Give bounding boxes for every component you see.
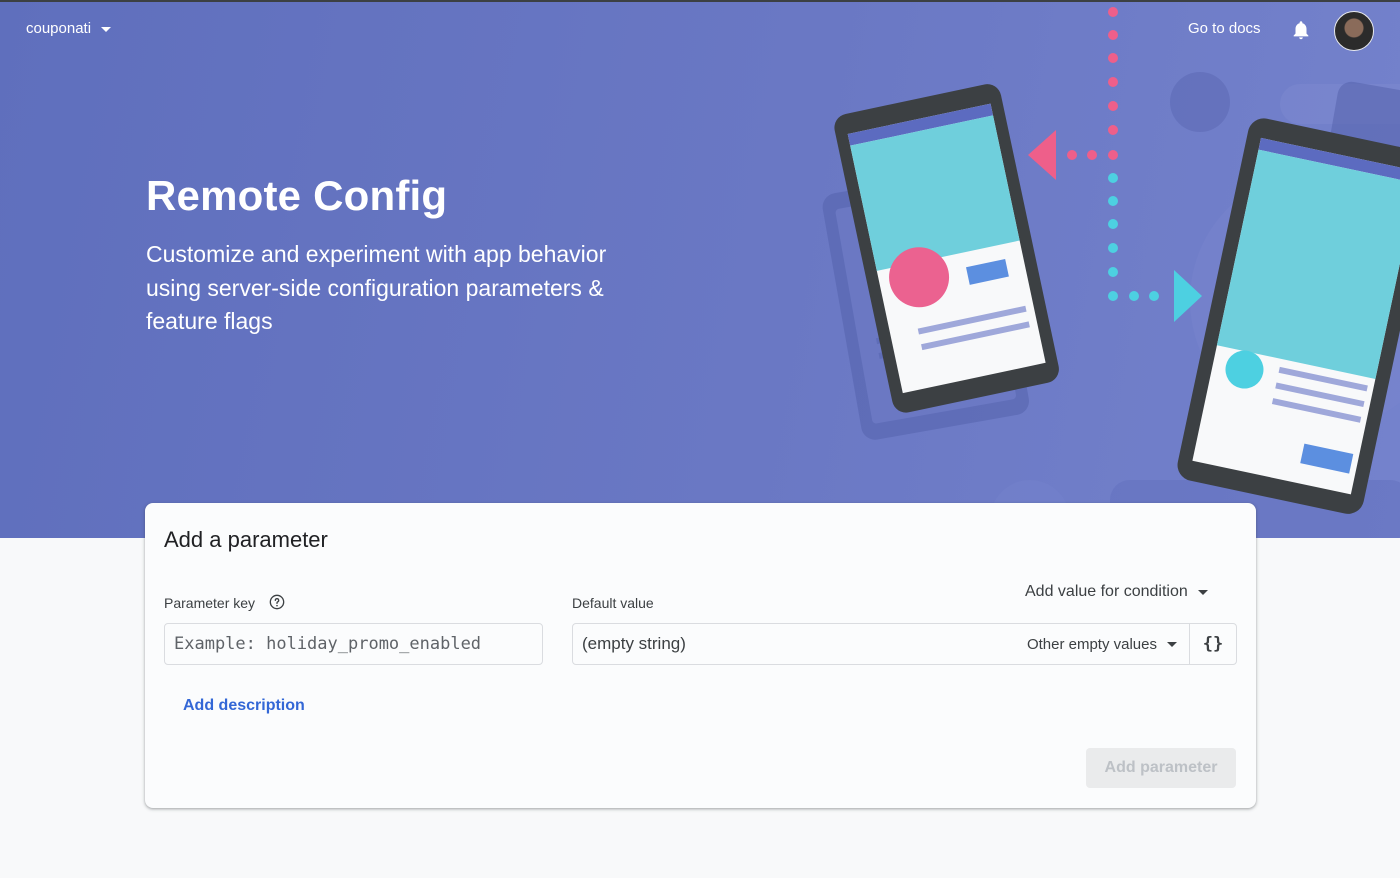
default-value-field[interactable]: (empty string) Other empty values {} xyxy=(572,623,1237,665)
chevron-down-icon xyxy=(101,27,112,32)
card-title: Add a parameter xyxy=(164,527,328,552)
default-value-text[interactable]: (empty string) xyxy=(573,634,1027,654)
hero-illustration xyxy=(822,7,1400,538)
chevron-down-icon xyxy=(1197,589,1208,595)
add-description-link[interactable]: Add description xyxy=(183,697,305,715)
project-name: couponati xyxy=(26,20,92,37)
page-subtitle: Customize and experiment with app behavi… xyxy=(146,241,607,334)
parameter-key-label: Parameter key xyxy=(164,595,256,611)
add-condition-label: Add value for condition xyxy=(1025,583,1188,600)
project-selector[interactable]: couponati xyxy=(26,20,112,37)
chevron-down-icon xyxy=(1167,641,1177,647)
default-value-label: Default value xyxy=(572,595,654,611)
add-parameter-button[interactable]: Add parameter xyxy=(1086,748,1236,788)
add-parameter-card: Add a parameter Parameter key Default va… xyxy=(145,503,1256,808)
other-empty-values-label: Other empty values xyxy=(1026,635,1157,653)
other-empty-values-dropdown[interactable]: Other empty values xyxy=(1027,636,1189,653)
hero-banner: couponati Go to docs Remote Config Custo… xyxy=(0,0,1400,538)
help-icon[interactable] xyxy=(269,594,285,610)
parameter-key-input[interactable] xyxy=(164,623,543,665)
page-title: Remote Config xyxy=(146,172,448,219)
add-value-for-condition-button[interactable]: Add value for condition xyxy=(1025,583,1208,601)
json-editor-button[interactable]: {} xyxy=(1189,624,1236,664)
